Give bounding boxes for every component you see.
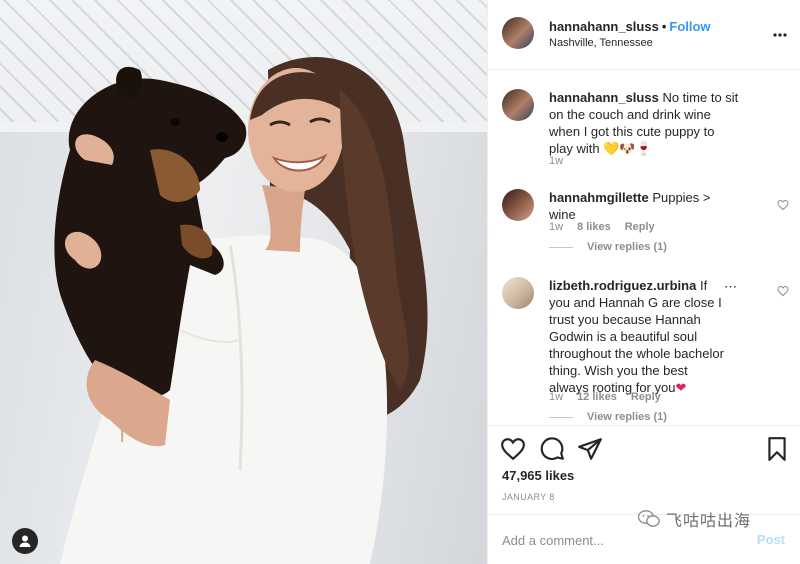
post-date[interactable]: JANUARY 8 <box>502 492 555 502</box>
comment-meta: 1w 8 likes Reply <box>549 221 669 233</box>
commenter-avatar[interactable] <box>502 277 534 309</box>
add-comment-input[interactable] <box>502 529 742 551</box>
post-side-panel: hannahann_sluss • Follow Nashville, Tennes… <box>487 0 800 564</box>
post-photo[interactable] <box>0 0 487 564</box>
commenter-avatar[interactable] <box>502 189 534 221</box>
user-tag-icon[interactable] <box>12 528 38 554</box>
post-location[interactable]: Nashville, Tennessee <box>549 37 653 49</box>
author-line: hannahann_sluss • Follow <box>549 19 711 34</box>
wechat-icon <box>638 510 660 527</box>
reply-button[interactable]: Reply <box>625 221 655 233</box>
post-comment-button[interactable]: Post <box>757 532 785 547</box>
comment-emoji: ❤ <box>675 380 687 395</box>
comment-meta: 1w 12 likes Reply <box>549 391 675 403</box>
caption-username[interactable]: hannahann_sluss <box>549 90 659 105</box>
comment-likes[interactable]: 8 likes <box>577 221 611 233</box>
view-replies-button[interactable]: View replies (1) <box>549 241 667 253</box>
share-icon[interactable] <box>577 436 603 462</box>
caption-avatar[interactable] <box>502 89 534 121</box>
watermark-text: 飞咕咕出海 <box>666 511 752 530</box>
bookmark-icon[interactable] <box>764 436 790 462</box>
caption-emoji: 💛🐶🍷 <box>603 141 652 156</box>
comment-like-heart-icon[interactable] <box>777 285 789 297</box>
comment-more-icon[interactable]: ⋯ <box>724 279 737 295</box>
comment-text-block: lizbeth.rodriguez.urbina If you and Hann… <box>549 277 731 396</box>
follow-button[interactable]: Follow <box>669 19 710 34</box>
author-username[interactable]: hannahann_sluss <box>549 19 659 34</box>
heart-icon[interactable] <box>500 436 526 462</box>
comment-text: If you and Hannah G are close I trust yo… <box>549 278 724 395</box>
author-avatar[interactable] <box>502 17 534 49</box>
view-replies-button[interactable]: View replies (1) <box>549 411 667 423</box>
comments-list[interactable]: hannahann_sluss No time to sit on the co… <box>488 71 800 425</box>
comment-icon[interactable] <box>539 436 565 462</box>
more-options-icon[interactable] <box>771 26 789 44</box>
caption-meta: 1w <box>549 155 577 167</box>
post-header: hannahann_sluss • Follow Nashville, Tennes… <box>488 0 800 70</box>
caption-time[interactable]: 1w <box>549 155 563 167</box>
instagram-post-modal: hannahann_sluss • Follow Nashville, Tennes… <box>0 0 800 564</box>
caption-text-block: hannahann_sluss No time to sit on the co… <box>549 89 739 157</box>
commenter-username[interactable]: lizbeth.rodriguez.urbina <box>549 278 696 293</box>
woman-holding-puppy-illustration <box>54 56 428 564</box>
header-separator: • <box>661 19 667 34</box>
comment-like-heart-icon[interactable] <box>777 199 789 211</box>
comment-time[interactable]: 1w <box>549 221 563 233</box>
comment-likes[interactable]: 12 likes <box>577 391 617 403</box>
commenter-username[interactable]: hannahmgillette <box>549 190 649 205</box>
add-comment-bar: 飞咕咕出海 Post <box>488 510 800 564</box>
likes-count[interactable]: 47,965 likes <box>502 468 574 483</box>
watermark: 飞咕咕出海 <box>638 507 751 531</box>
comment-time[interactable]: 1w <box>549 391 563 403</box>
reply-button[interactable]: Reply <box>631 391 661 403</box>
comment-text-block: hannahmgillette Puppies > wine <box>549 189 739 223</box>
